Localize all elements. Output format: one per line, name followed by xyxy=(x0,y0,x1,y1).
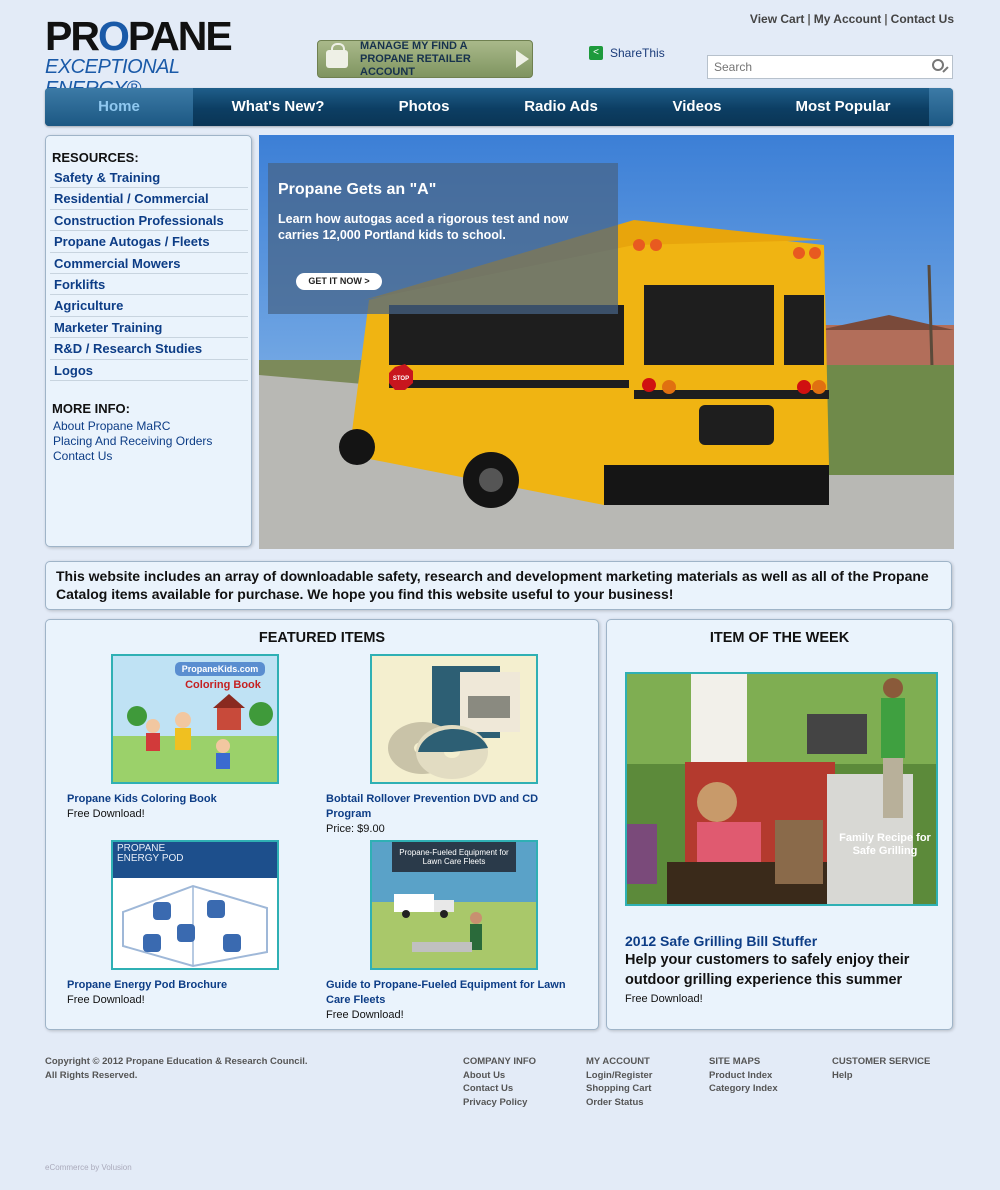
top-links: View Cart | My Account | Contact Us xyxy=(749,12,954,26)
sidebar-item-autogas-fleets[interactable]: Propane Autogas / Fleets xyxy=(50,231,248,253)
footer-col-site-maps: SITE MAPS Product Index Category Index xyxy=(709,1055,778,1096)
footer-col-company-info: COMPANY INFO About Us Contact Us Privacy… xyxy=(463,1055,536,1109)
sidebar-item-research-studies[interactable]: R&D / Research Studies xyxy=(50,338,248,360)
item-of-week-description: Help your customers to safely enjoy thei… xyxy=(625,952,910,988)
lawn-care-guide-price: Free Download! xyxy=(326,1009,404,1021)
get-it-now-button[interactable]: GET IT NOW > xyxy=(296,273,382,290)
item-of-week-heading: ITEM OF THE WEEK xyxy=(709,630,850,646)
nav-photos[interactable]: Photos xyxy=(363,88,485,126)
grilling-thumbnail[interactable]: Family Recipe for Safe Grilling xyxy=(625,672,938,906)
sidebar-item-marketer-training[interactable]: Marketer Training xyxy=(50,317,248,339)
sidebar-item-forklifts[interactable]: Forklifts xyxy=(50,274,248,296)
sidebar-item-residential-commercial[interactable]: Residential / Commercial xyxy=(50,188,248,210)
arrow-right-icon xyxy=(516,50,529,68)
nav-most-popular[interactable]: Most Popular xyxy=(757,88,929,126)
bobtail-dvd-price: Price: $9.00 xyxy=(326,823,385,835)
grilling-image: Family Recipe for Safe Grilling xyxy=(627,674,936,904)
item-of-week-panel: ITEM OF THE WEEK Family Recipe for Safe … xyxy=(606,619,953,1030)
footer-link-category-index[interactable]: Category Index xyxy=(709,1082,778,1096)
nav-home[interactable]: Home xyxy=(45,88,193,126)
nav-radio-ads[interactable]: Radio Ads xyxy=(485,88,637,126)
nav-end-cap xyxy=(929,88,953,126)
item-of-week-price: Free Download! xyxy=(625,993,703,1005)
footer-heading: MY ACCOUNT xyxy=(586,1056,650,1067)
footer-link-product-index[interactable]: Product Index xyxy=(709,1069,778,1083)
resources-list: Safety & Training Residential / Commerci… xyxy=(50,167,248,381)
featured-items-panel: FEATURED ITEMS PropaneKids.com Coloring … xyxy=(45,619,599,1030)
copyright: Copyright © 2012 Propane Education & Res… xyxy=(45,1056,308,1081)
contact-us-link[interactable]: Contact Us xyxy=(891,12,954,26)
hero-banner[interactable]: STOP Propane Gets an "A" Learn how autog… xyxy=(259,135,954,549)
item-of-week-link[interactable]: 2012 Safe Grilling Bill Stuffer xyxy=(625,933,817,949)
stop-sign-text: STOP xyxy=(393,376,409,382)
more-item-about-marc[interactable]: About Propane MaRC xyxy=(53,419,251,434)
resources-heading: RESOURCES: xyxy=(52,150,139,165)
lawn-care-guide-image: Propane-Fueled Equipment for Lawn Care F… xyxy=(372,842,536,968)
bobtail-dvd-thumbnail[interactable] xyxy=(370,654,538,784)
sidebar-item-agriculture[interactable]: Agriculture xyxy=(50,295,248,317)
bobtail-dvd-image xyxy=(372,656,536,782)
lawn-care-guide-thumbnail[interactable]: Propane-Fueled Equipment for Lawn Care F… xyxy=(370,840,538,970)
featured-heading: FEATURED ITEMS xyxy=(258,630,386,646)
more-item-contact-us[interactable]: Contact Us xyxy=(53,449,251,464)
nav-whats-new[interactable]: What's New? xyxy=(193,88,363,126)
energy-pod-link[interactable]: Propane Energy Pod Brochure xyxy=(67,978,227,993)
my-account-link[interactable]: My Account xyxy=(814,12,882,26)
footer-link-login-register[interactable]: Login/Register xyxy=(586,1069,653,1083)
search-box xyxy=(707,55,953,79)
intro-text: This website includes an array of downlo… xyxy=(45,561,952,610)
sidebar: RESOURCES: Safety & Training Residential… xyxy=(45,135,252,547)
search-input[interactable] xyxy=(708,57,918,77)
footer-heading: CUSTOMER SERVICE xyxy=(832,1056,931,1067)
ecommerce-credit-link[interactable]: eCommerce by Volusion xyxy=(45,1163,132,1172)
more-info-list: About Propane MaRC Placing And Receiving… xyxy=(53,419,251,464)
hero-caption-box: Propane Gets an "A" Learn how autogas ac… xyxy=(268,163,618,314)
footer-link-privacy-policy[interactable]: Privacy Policy xyxy=(463,1096,536,1110)
share-this-button[interactable]: < ShareThis xyxy=(589,46,665,60)
footer-link-contact-us[interactable]: Contact Us xyxy=(463,1082,536,1096)
search-icon[interactable] xyxy=(932,59,944,71)
lawn-care-guide-link[interactable]: Guide to Propane-Fueled Equipment for La… xyxy=(326,978,586,1008)
energy-pod-image-title: PROPANE ENERGY POD xyxy=(117,843,184,864)
footer-link-shopping-cart[interactable]: Shopping Cart xyxy=(586,1082,653,1096)
energy-pod-thumbnail[interactable]: PROPANE ENERGY POD xyxy=(111,840,279,970)
energy-pod-image: PROPANE ENERGY POD xyxy=(113,842,277,968)
bobtail-dvd-link[interactable]: Bobtail Rollover Prevention DVD and CD P… xyxy=(326,792,586,822)
coloring-book-image: PropaneKids.com Coloring Book xyxy=(113,656,277,782)
coloring-book-image-title: PropaneKids.com xyxy=(182,664,259,674)
footer-col-my-account: MY ACCOUNT Login/Register Shopping Cart … xyxy=(586,1055,653,1109)
footer-link-about-us[interactable]: About Us xyxy=(463,1069,536,1083)
footer-link-help[interactable]: Help xyxy=(832,1069,930,1083)
footer-link-order-status[interactable]: Order Status xyxy=(586,1096,653,1110)
footer-heading: SITE MAPS xyxy=(709,1056,761,1067)
hero-text: Learn how autogas aced a rigorous test a… xyxy=(278,212,569,242)
more-item-placing-orders[interactable]: Placing And Receiving Orders xyxy=(53,434,251,449)
sidebar-item-commercial-mowers[interactable]: Commercial Mowers xyxy=(50,253,248,274)
propane-logo[interactable]: PROPANE EXCEPTIONAL ENERGY® xyxy=(45,13,270,101)
coloring-book-link[interactable]: Propane Kids Coloring Book xyxy=(67,792,217,807)
more-info-heading: MORE INFO: xyxy=(52,400,130,416)
manage-retailer-account-button[interactable]: MANAGE MY FIND A PROPANE RETAILER ACCOUN… xyxy=(317,40,533,78)
nav-videos[interactable]: Videos xyxy=(637,88,757,126)
share-icon: < xyxy=(589,46,603,60)
sidebar-item-construction-professionals[interactable]: Construction Professionals xyxy=(50,210,248,232)
lawn-care-image-title: Propane-Fueled Equipment for Lawn Care F… xyxy=(399,848,509,866)
coloring-book-thumbnail[interactable]: PropaneKids.com Coloring Book xyxy=(111,654,279,784)
main-nav: Home What's New? Photos Radio Ads Videos… xyxy=(45,88,953,126)
energy-pod-price: Free Download! xyxy=(67,994,145,1006)
coloring-book-price: Free Download! xyxy=(67,808,145,820)
coloring-book-image-sub: Coloring Book xyxy=(185,679,262,691)
logo-wordmark: PROPANE xyxy=(45,13,233,59)
sidebar-item-logos[interactable]: Logos xyxy=(50,360,248,381)
hero-title: Propane Gets an "A" xyxy=(278,181,437,198)
grilling-image-caption: Family Recipe for Safe Grilling xyxy=(839,832,931,857)
lock-icon xyxy=(326,43,348,68)
footer-heading: COMPANY INFO xyxy=(463,1056,537,1067)
sidebar-item-safety-training[interactable]: Safety & Training xyxy=(50,167,248,189)
footer-col-customer-service: CUSTOMER SERVICE Help xyxy=(832,1055,930,1082)
view-cart-link[interactable]: View Cart xyxy=(750,12,804,26)
